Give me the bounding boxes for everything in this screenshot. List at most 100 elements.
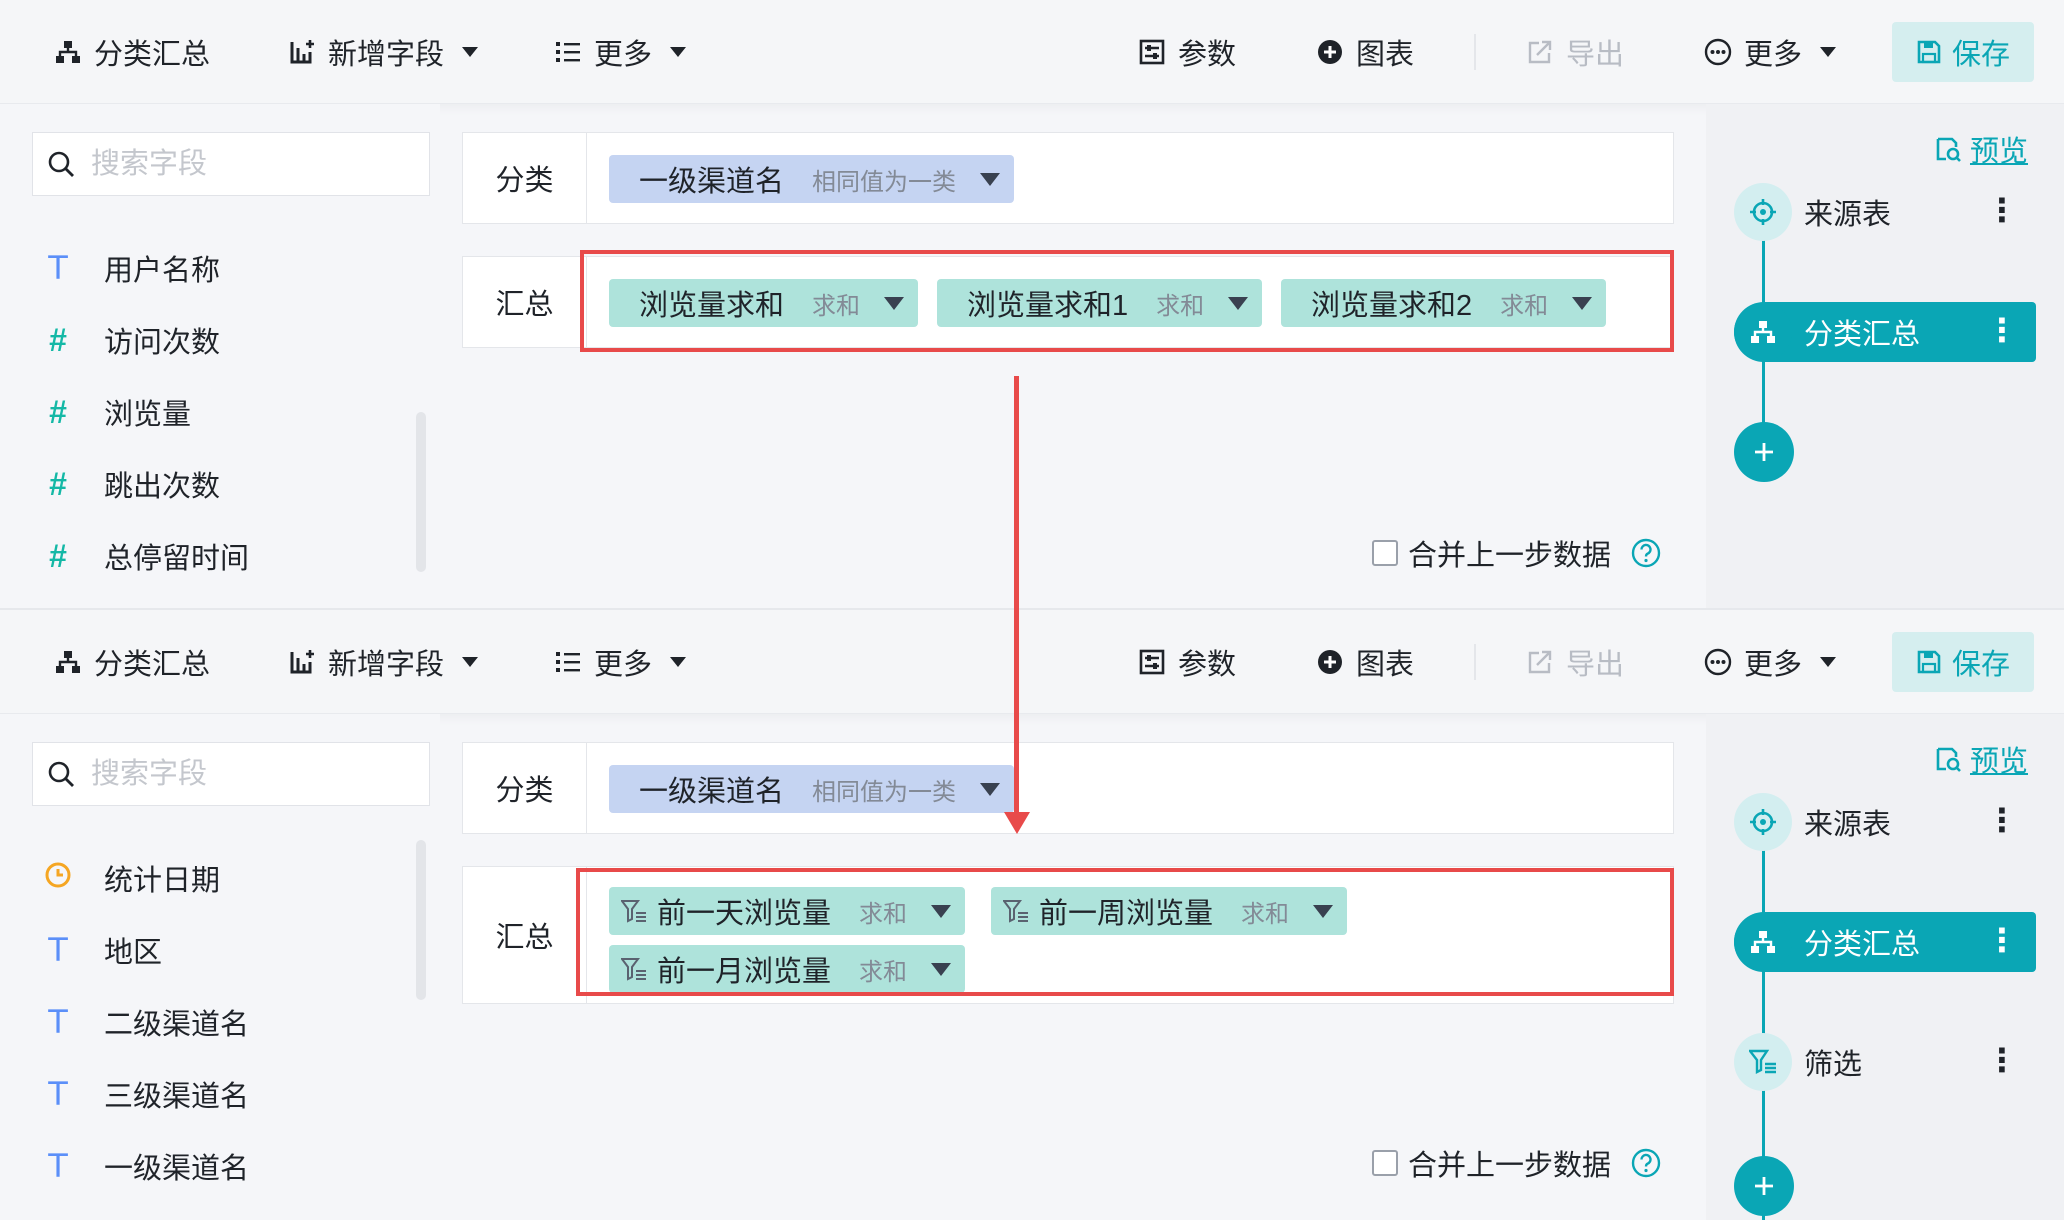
- field-item[interactable]: T 用户名称: [40, 232, 420, 304]
- chart-button[interactable]: 图表: [1314, 0, 1414, 104]
- flow-panel: 预览 来源表 ⋮ 分类汇总 ⋮ 筛选 ⋮: [1706, 714, 2064, 1220]
- export-label: 导出: [1566, 649, 1625, 681]
- search-input[interactable]: [91, 757, 411, 791]
- preview-link[interactable]: 预览: [1934, 128, 2028, 170]
- field-item[interactable]: T 一级渠道名: [40, 1130, 420, 1202]
- field-item[interactable]: # 访问次数: [40, 304, 420, 376]
- save-button[interactable]: 保存: [1892, 22, 2034, 82]
- add-field-label: 新增字段: [328, 39, 445, 71]
- field-item[interactable]: # 总停留时间: [40, 520, 420, 592]
- field-label: 二级渠道名: [104, 1009, 250, 1041]
- chevron-down-icon[interactable]: [980, 782, 1001, 796]
- ellipsis-circle-icon: [1702, 646, 1734, 678]
- text-type-icon: T: [48, 1075, 68, 1113]
- field-list: 统计日期 T 地区 T 二级渠道名 T 三级渠道名 T 一级渠道名: [40, 842, 420, 1202]
- chart-button[interactable]: 图表: [1314, 610, 1414, 714]
- more-left-label: 更多: [594, 39, 653, 71]
- more-vertical-icon[interactable]: ⋮: [1986, 1042, 2018, 1078]
- params-button[interactable]: 参数: [1136, 610, 1236, 714]
- export-button[interactable]: 导出: [1524, 610, 1624, 714]
- save-button[interactable]: 保存: [1892, 632, 2034, 692]
- add-field-button[interactable]: 新增字段: [286, 0, 479, 104]
- more-right-label: 更多: [1744, 39, 1803, 71]
- params-icon: [1136, 646, 1168, 678]
- search-icon: [47, 150, 75, 178]
- flow-node-source[interactable]: 来源表 ⋮: [1734, 792, 2036, 852]
- flow-node-group-summary[interactable]: 分类汇总 ⋮: [1734, 912, 2036, 972]
- chart-label: 图表: [1356, 39, 1415, 71]
- group-icon: [52, 36, 84, 68]
- export-icon: [1524, 36, 1556, 68]
- more-menu-right[interactable]: 更多: [1702, 610, 1837, 714]
- category-drop-zone[interactable]: 分类 一级渠道名 相同值为一类: [462, 742, 1674, 834]
- chevron-down-icon[interactable]: [980, 172, 1001, 186]
- export-button[interactable]: 导出: [1524, 0, 1624, 104]
- field-label: 访问次数: [104, 327, 221, 359]
- flow-node-source[interactable]: 来源表 ⋮: [1734, 182, 2036, 242]
- more-menu-right[interactable]: 更多: [1702, 0, 1837, 104]
- transition-arrow-line: [1014, 376, 1019, 816]
- flow-panel: 预览 来源表 ⋮ 分类汇总 ⋮: [1706, 104, 2064, 610]
- field-item[interactable]: T 三级渠道名: [40, 1058, 420, 1130]
- add-step-button[interactable]: [1734, 1156, 1794, 1216]
- text-type-icon: T: [48, 1147, 68, 1185]
- help-icon[interactable]: [1631, 538, 1661, 568]
- field-item[interactable]: T 二级渠道名: [40, 986, 420, 1058]
- field-list-scrollbar[interactable]: [416, 412, 426, 572]
- field-list-scrollbar[interactable]: [416, 840, 426, 1000]
- more-vertical-icon[interactable]: ⋮: [1986, 312, 2018, 348]
- group-summary-label: 分类汇总: [94, 649, 211, 681]
- group-icon: [1734, 913, 1792, 971]
- field-label: 浏览量: [104, 399, 192, 431]
- flow-node-filter[interactable]: 筛选 ⋮: [1734, 1032, 2036, 1092]
- plus-icon: [1755, 443, 1773, 461]
- group-summary-button[interactable]: 分类汇总: [52, 610, 210, 714]
- merge-checkbox[interactable]: [1372, 1150, 1398, 1176]
- number-type-icon: #: [49, 537, 67, 574]
- chevron-down-icon: [670, 657, 687, 667]
- category-label: 分类: [463, 133, 587, 223]
- search-input[interactable]: [91, 147, 411, 181]
- category-chip[interactable]: 一级渠道名 相同值为一类: [609, 765, 1015, 813]
- field-item[interactable]: 统计日期: [40, 842, 420, 914]
- add-field-button[interactable]: 新增字段: [286, 610, 479, 714]
- editor-panel-top: 分类汇总 新增字段 更多 参数 图表 导出 更多 保存 搜索字段 T 用户名称 …: [0, 0, 2064, 610]
- help-icon[interactable]: [1631, 1148, 1661, 1178]
- add-step-button[interactable]: [1734, 422, 1794, 482]
- field-label: 三级渠道名: [104, 1081, 250, 1113]
- text-type-icon: T: [48, 249, 68, 287]
- plus-circle-icon: [1314, 36, 1346, 68]
- category-drop-zone[interactable]: 分类 一级渠道名 相同值为一类: [462, 132, 1674, 224]
- flow-node-group-summary[interactable]: 分类汇总 ⋮: [1734, 302, 2036, 362]
- flow-node-label: 分类汇总: [1804, 319, 1921, 351]
- params-button[interactable]: 参数: [1136, 0, 1236, 104]
- more-menu-left[interactable]: 更多: [552, 610, 687, 714]
- merge-previous-option[interactable]: 合并上一步数据: [1372, 1142, 1661, 1184]
- field-item[interactable]: # 浏览量: [40, 376, 420, 448]
- more-vertical-icon[interactable]: ⋮: [1986, 922, 2018, 958]
- field-label: 跳出次数: [104, 471, 221, 503]
- add-field-icon: [286, 646, 318, 678]
- search-icon: [47, 760, 75, 788]
- text-type-icon: T: [48, 931, 68, 969]
- field-item[interactable]: # 跳出次数: [40, 448, 420, 520]
- category-chip[interactable]: 一级渠道名 相同值为一类: [609, 155, 1015, 203]
- flow-node-label: 来源表: [1804, 199, 1892, 231]
- toolbar-divider: [1474, 34, 1476, 70]
- preview-icon: [1934, 745, 1962, 773]
- group-summary-button[interactable]: 分类汇总: [52, 0, 210, 104]
- save-label: 保存: [1951, 39, 2010, 71]
- merge-previous-option[interactable]: 合并上一步数据: [1372, 532, 1661, 574]
- more-vertical-icon[interactable]: ⋮: [1986, 192, 2018, 228]
- more-vertical-icon[interactable]: ⋮: [1986, 802, 2018, 838]
- chevron-down-icon: [1820, 47, 1837, 57]
- field-label: 统计日期: [104, 865, 221, 897]
- field-item[interactable]: T 地区: [40, 914, 420, 986]
- chevron-down-icon: [462, 657, 479, 667]
- more-menu-left[interactable]: 更多: [552, 0, 687, 104]
- search-box: [32, 132, 430, 196]
- chip-field-name: 一级渠道名: [639, 776, 785, 808]
- preview-link[interactable]: 预览: [1934, 738, 2028, 780]
- text-type-icon: T: [48, 1003, 68, 1041]
- merge-checkbox[interactable]: [1372, 540, 1398, 566]
